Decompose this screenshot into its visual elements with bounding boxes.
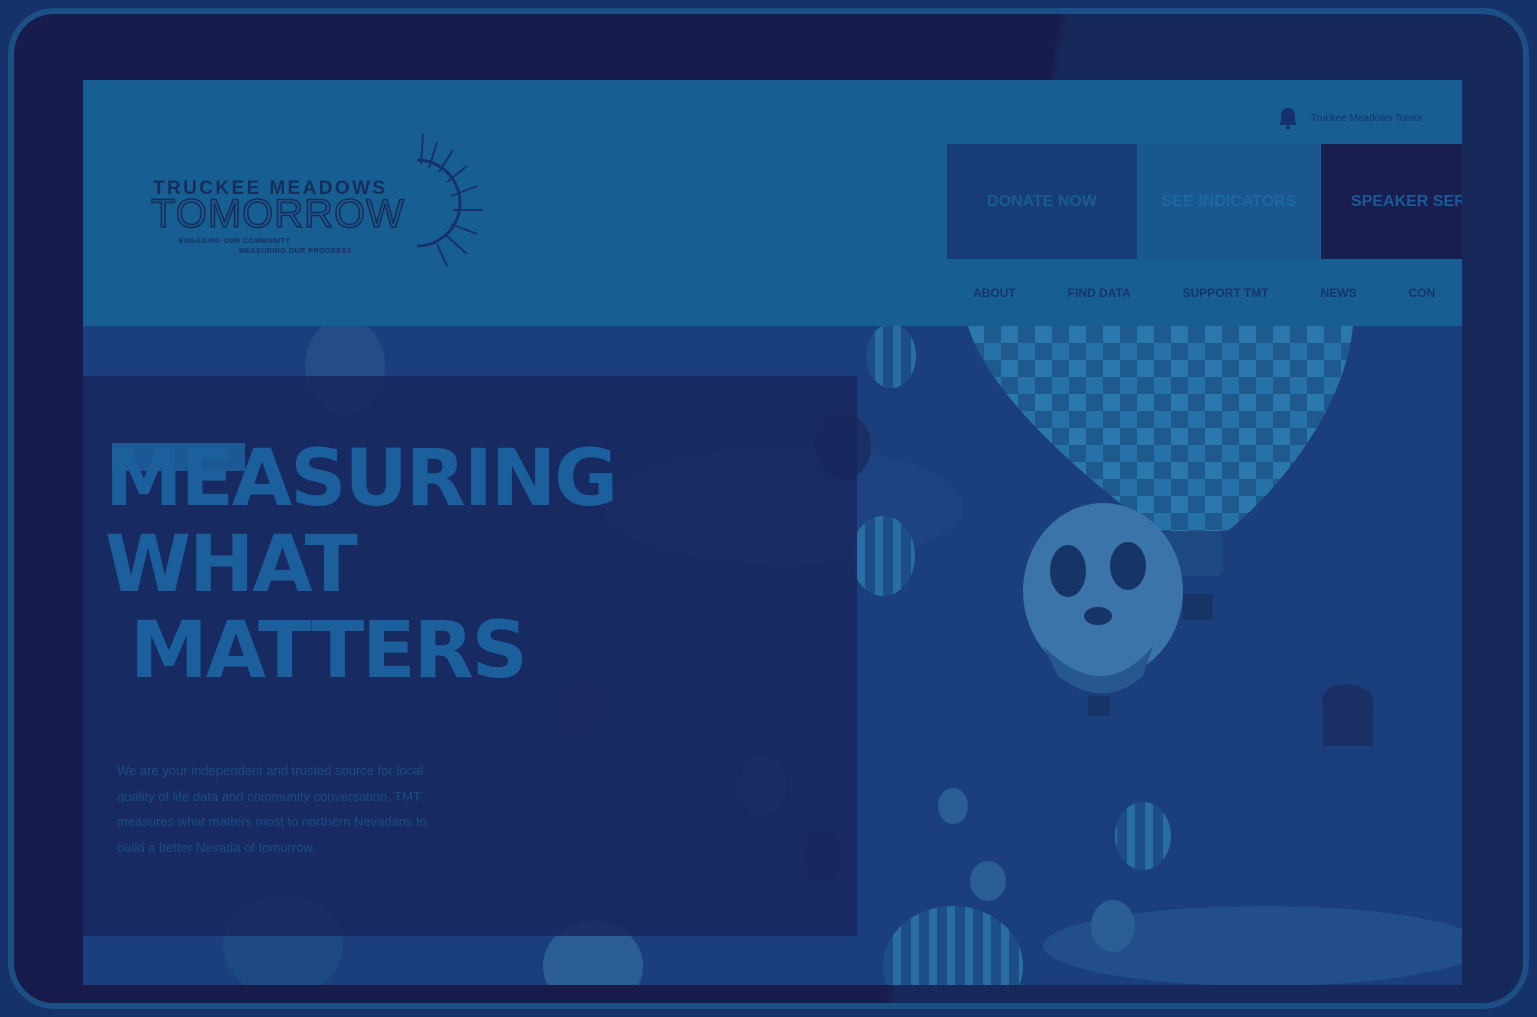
hero-headline: MEASURING WHAT MATTERS [105, 434, 618, 696]
nav-item-support-tmt[interactable]: SUPPORT TMT [1183, 286, 1269, 300]
topbar-link[interactable]: Truckee Meadows Tomor [1311, 113, 1423, 124]
nav-item-find-data[interactable]: FIND DATA [1068, 286, 1131, 300]
nav-item-about[interactable]: ABOUT [973, 286, 1016, 300]
bell-icon[interactable] [1277, 106, 1299, 130]
device-frame: TRUCKEE MEADOWS TOMORROW ENGAGING OUR CO… [8, 8, 1529, 1009]
sun-icon [416, 133, 483, 267]
hero-section: MEASURING WHAT MATTERS We are your indep… [83, 326, 1462, 985]
logo-wordmark: TOMORROW [150, 191, 405, 237]
hero-description: We are your independent and trusted sour… [117, 763, 427, 855]
see-indicators-button[interactable]: SEE INDICATORS [1138, 144, 1320, 259]
main-nav: ABOUT FIND DATA SUPPORT TMT NEWS CON [973, 286, 1462, 300]
site-logo[interactable]: TRUCKEE MEADOWS TOMORROW ENGAGING OUR CO… [149, 120, 489, 270]
website-screen: TRUCKEE MEADOWS TOMORROW ENGAGING OUR CO… [83, 80, 1462, 985]
nav-item-news[interactable]: NEWS [1321, 286, 1357, 300]
speaker-series-button[interactable]: SPEAKER SER [1321, 144, 1462, 259]
donate-now-button[interactable]: DONATE NOW [947, 144, 1137, 259]
top-utility-bar: Truckee Meadows Tomor [1277, 104, 1423, 132]
site-header: TRUCKEE MEADOWS TOMORROW ENGAGING OUR CO… [83, 80, 1462, 326]
logo-tagline-2: MEASURING OUR PROGRESS [239, 248, 352, 255]
logo-tagline-1: ENGAGING OUR COMMUNITY [179, 238, 291, 245]
nav-item-contact[interactable]: CON [1409, 286, 1436, 300]
